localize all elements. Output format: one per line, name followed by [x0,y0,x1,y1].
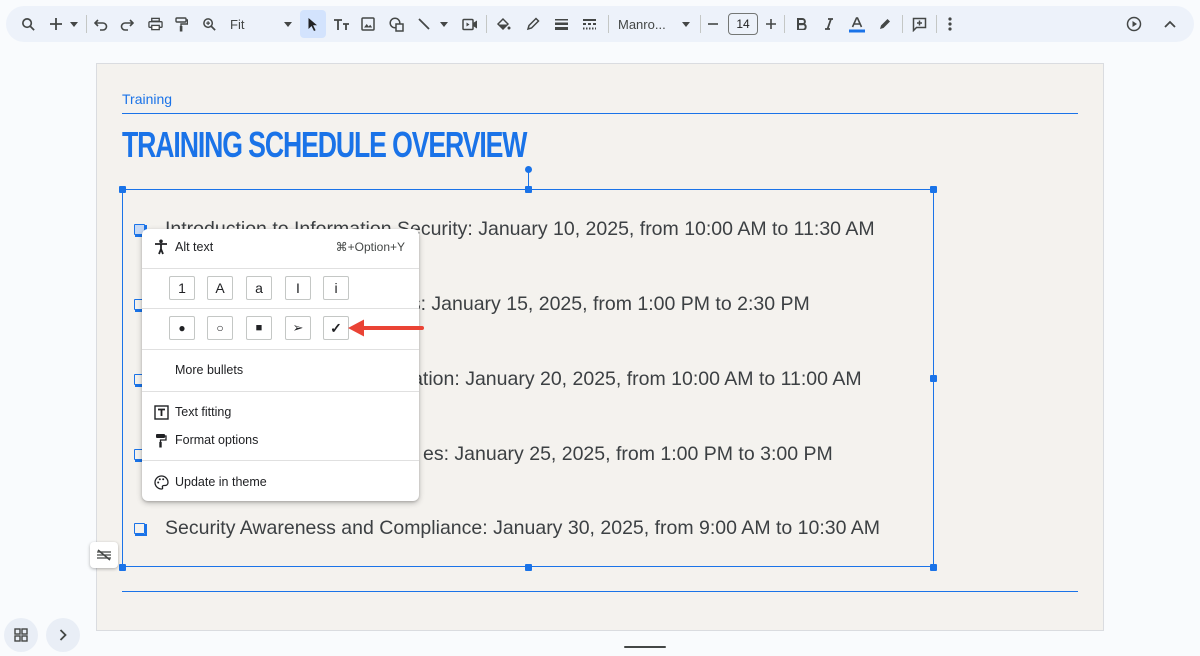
bullet-option-filled-circle[interactable]: ● [169,316,195,340]
resize-handle-bottom-right[interactable] [930,564,937,571]
grid-icon [14,628,28,642]
menu-item-more-bullets[interactable]: More bullets [142,356,419,384]
collapse-toolbar-icon[interactable] [1160,10,1180,38]
bullet-option-square[interactable]: ■ [246,316,272,340]
menu-divider [142,391,419,392]
fill-color-icon[interactable] [492,10,514,38]
menu-item-update-in-theme[interactable]: Update in theme [142,468,419,496]
resize-handle-bottom[interactable] [525,564,532,571]
slide-bottom-rule [122,591,1078,592]
resize-handle-top[interactable] [525,186,532,193]
menu-item-label: Update in theme [175,475,267,489]
format-quick-button[interactable] [90,542,118,568]
menu-item-label: Format options [175,433,259,447]
border-dash-icon[interactable] [578,10,600,38]
highlight-color-icon[interactable] [874,10,896,38]
menu-item-format-options[interactable]: Format options [142,426,419,454]
resize-handle-top-right[interactable] [930,186,937,193]
bullet-context-menu: Alt text ⌘+Option+Y 1 A a I i ● ○ ■ ➢ ✓ … [142,229,419,501]
toolbar-divider [608,15,609,33]
zoom-select[interactable]: Fit [226,10,296,38]
insert-comment-icon[interactable] [908,10,930,38]
zoom-icon[interactable] [200,10,218,38]
bullet-option-hollow-circle[interactable]: ○ [207,316,233,340]
slideshow-play-icon[interactable] [1124,10,1144,38]
resize-handle-bottom-left[interactable] [119,564,126,571]
increase-font-size-icon[interactable] [762,10,780,38]
italic-icon[interactable] [818,10,840,38]
redo-icon[interactable] [118,10,136,38]
menu-divider [142,460,419,461]
menu-item-label: Alt text [175,240,214,254]
speaker-notes-drag-handle[interactable] [624,646,666,648]
font-name: Manro... [618,16,666,32]
border-color-icon[interactable] [522,10,544,38]
toolbar-divider [902,15,903,33]
chevron-down-icon [284,21,292,27]
paint-format-icon [153,432,169,448]
paint-format-icon[interactable] [172,10,190,38]
line-icon[interactable] [414,10,434,38]
chevron-down-icon [682,21,690,27]
font-size-input[interactable]: 14 [728,13,758,35]
line-type-dropdown[interactable] [438,10,450,38]
rotate-handle[interactable] [525,166,532,173]
keyboard-shortcut: ⌘+Option+Y [335,240,405,254]
border-weight-icon[interactable] [550,10,572,38]
insert-image-icon[interactable] [358,10,378,38]
toolbar-divider [936,15,937,33]
slide-title[interactable]: TRAINING SCHEDULE OVERVIEW [122,124,527,166]
annotation-arrow-icon [348,319,424,337]
shape-icon[interactable] [386,10,406,38]
expand-filmstrip-button[interactable] [46,618,80,652]
decrease-font-size-icon[interactable] [704,10,722,38]
menu-item-label: More bullets [175,363,244,377]
menu-divider [142,308,419,309]
text-color-icon[interactable] [846,10,868,38]
numbered-option-a[interactable]: a [246,276,272,300]
search-menus-icon[interactable] [18,10,38,38]
toolbar: Fit Manro... 14 [6,6,1194,42]
menu-divider [142,349,419,350]
new-slide-layout-dropdown[interactable] [68,10,80,38]
palette-icon [153,474,169,490]
font-select[interactable]: Manro... [614,10,694,38]
select-tool-button[interactable] [300,10,326,38]
text-box-icon[interactable] [330,10,352,38]
resize-handle-top-left[interactable] [119,186,126,193]
bold-icon[interactable] [790,10,812,38]
more-options-icon[interactable] [942,10,958,38]
print-icon[interactable] [146,10,164,38]
numbered-option-A[interactable]: A [207,276,233,300]
grid-view-button[interactable] [4,618,38,652]
slide-top-rule [122,113,1078,114]
resize-handle-right[interactable] [930,375,937,382]
menu-item-label: Text fitting [175,405,232,419]
new-slide-plus-icon[interactable] [48,10,64,38]
toolbar-divider [784,15,785,33]
numbered-option-i[interactable]: i [323,276,349,300]
toolbar-divider [486,15,487,33]
undo-icon[interactable] [92,10,110,38]
bullet-option-arrow[interactable]: ➢ [285,316,311,340]
toolbar-divider [86,15,87,33]
numbered-option-1[interactable]: 1 [169,276,195,300]
toolbar-divider [700,15,701,33]
accessibility-icon [153,239,169,255]
slide-section-label[interactable]: Training [122,91,172,107]
chevron-right-icon [59,629,67,641]
insert-video-icon[interactable] [460,10,480,38]
menu-divider [142,268,419,269]
menu-item-text-fitting[interactable]: Text fitting [142,398,419,426]
menu-item-alt-text[interactable]: Alt text ⌘+Option+Y [142,233,419,261]
numbered-option-I[interactable]: I [285,276,311,300]
text-fitting-icon [153,404,169,420]
zoom-value: Fit [230,16,245,32]
